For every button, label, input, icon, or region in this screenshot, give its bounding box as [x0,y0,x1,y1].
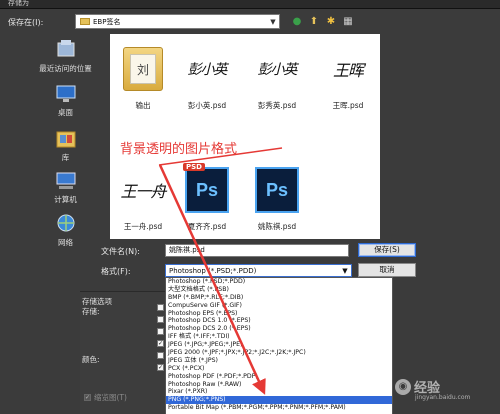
paw-logo-icon: ◉ [395,378,411,395]
title-bar: 存储为 [0,0,500,9]
place-computer[interactable]: 计算机 [28,171,103,205]
format-option[interactable]: CompuServe GIF (*.GIF) [166,302,392,310]
nav-toolbar: ● ⬆ ✱ ▦ [290,14,355,28]
file-item[interactable]: 王一舟 王一舟.psd [112,161,174,232]
color-checkbox[interactable]: ✓ [157,364,164,371]
storage-checkbox[interactable] [157,304,164,311]
place-label: 网络 [58,238,73,247]
format-label: 格式(F): [101,267,131,276]
network-icon [57,214,74,232]
format-option[interactable]: Photoshop (*.PSD;*.PDD) [166,278,392,286]
color-checkbox[interactable] [157,352,164,359]
save-in-label: 保存在(I): [8,18,44,27]
file-item[interactable]: 彭小英 彭小英.psd [176,40,238,111]
place-libraries[interactable]: 库 [28,129,103,163]
format-select[interactable]: Photoshop (*.PSD;*.PDD) ▼ [165,264,352,277]
signature-thumbnail: 彭小英 [187,62,228,78]
annotation-text: 背景透明的图片格式 [120,142,238,157]
file-item[interactable]: PSD Ps 夏齐齐.psd [176,161,238,232]
chevron-down-icon[interactable]: ▼ [267,15,279,28]
format-option[interactable]: JPEG (*.JPG;*.JPEG;*.JPE) [166,341,392,349]
save-in-combo[interactable]: EBP签名 ▼ [75,14,280,29]
save-as-dialog: 保存在(I): EBP签名 ▼ ● ⬆ ✱ ▦ 最近访问的位置 桌面 库 计算机… [0,9,500,414]
file-name: 王一舟.psd [123,222,163,231]
format-option[interactable]: Portable Bit Map (*.PBM;*.PGM;*.PPM;*.PN… [166,404,392,412]
photoshop-file-icon: Ps [250,161,305,219]
format-option[interactable]: PNG (*.PNG;*.PNS) [166,396,392,405]
place-label: 桌面 [58,108,73,117]
format-option[interactable]: Photoshop PDF (*.PDF;*.PDP) [166,373,392,381]
format-option[interactable]: Photoshop DCS 1.0 (*.EPS) [166,317,392,325]
file-item[interactable]: 彭小英 彭秀英.psd [246,40,308,111]
desktop-icon [56,85,75,102]
file-name: 输出 [135,101,151,110]
file-list[interactable]: 刘 输出 彭小英 彭小英.psd 彭小英 彭秀英.psd 王晖 王晖.psd 王… [110,34,380,239]
computer-icon [56,172,75,189]
format-value: Photoshop (*.PSD;*.PDD) [169,266,257,275]
thumbnail-option[interactable]: ✓ 缩览图(T) [84,392,127,403]
file-item[interactable]: Ps 姚陈祺.psd [246,161,308,232]
baidu-watermark: ◉ 经验 jingyan.baidu.com [395,377,470,401]
format-dropdown-list[interactable]: Photoshop (*.PSD;*.PDD) 大型文档格式 (*.PSB) BMP… [165,277,393,414]
format-option[interactable]: Pixar (*.PXR) [166,388,392,396]
format-option[interactable]: Photoshop Raw (*.RAW) [166,381,392,389]
folder-icon [80,18,90,25]
format-option[interactable]: JPEG 立体 (*.JPS) [166,357,392,365]
up-folder-icon[interactable]: ⬆ [307,14,321,28]
photoshop-file-icon: PSD Ps [180,161,235,219]
chevron-down-icon[interactable]: ▼ [339,267,351,275]
format-option[interactable]: IFF 格式 (*.IFF;*.TDI) [166,333,392,341]
place-network[interactable]: 网络 [28,214,103,248]
new-folder-icon[interactable]: ✱ [324,14,338,28]
format-option[interactable]: BMP (*.BMP;*.RLE;*.DIB) [166,294,392,302]
place-desktop[interactable]: 桌面 [28,84,103,118]
folder-thumbnail: 刘 [116,40,171,98]
cancel-button[interactable]: 取消 [358,263,416,277]
save-button[interactable]: 保存(S) [358,243,416,257]
window-title: 存储为 [8,0,29,7]
format-option[interactable]: 大型文档格式 (*.PSB) [166,286,392,294]
place-label: 计算机 [54,195,77,204]
place-label: 库 [61,153,70,162]
file-name: 彭秀英.psd [257,101,297,110]
file-item-folder[interactable]: 刘 输出 [112,40,174,111]
color-label: 颜色: [82,355,100,364]
file-name: 夏齐齐.psd [187,222,227,231]
file-item[interactable]: 王晖 王晖.psd [317,40,379,111]
filename-label: 文件名(N): [101,247,140,256]
file-name: 姚陈祺.psd [257,222,297,231]
places-bar: 最近访问的位置 桌面 库 计算机 网络 [0,34,110,274]
signature-thumbnail: 彭小英 [257,62,298,78]
place-recent[interactable]: 最近访问的位置 [28,40,103,74]
format-option[interactable]: PCX (*.PCX) [166,365,392,373]
back-icon[interactable]: ● [290,14,304,28]
thumbnail-label: 缩览图(T) [94,393,127,402]
format-option[interactable]: Photoshop EPS (*.EPS) [166,310,392,318]
storage-checkbox[interactable] [157,328,164,335]
storage-checkbox[interactable] [157,316,164,323]
file-name: 彭小英.psd [187,101,227,110]
thumbnail-checkbox[interactable]: ✓ [84,394,91,401]
save-in-value: EBP签名 [93,17,121,26]
file-name: 王晖.psd [332,101,364,110]
place-label: 最近访问的位置 [39,64,92,73]
filename-input[interactable]: 姚陈祺.psd [165,244,349,257]
signature-thumbnail: 王晖 [332,61,364,80]
recent-places-icon [57,40,74,57]
libraries-icon [56,131,75,148]
storage-label: 存储: [82,307,100,316]
format-option[interactable]: JPEG 2000 (*.JPF;*.JPX;*.JP2;*.J2C;*.J2K… [166,349,392,357]
signature-thumbnail: 王一舟 [120,182,166,201]
storage-checkbox[interactable]: ✓ [157,340,164,347]
view-menu-icon[interactable]: ▦ [341,14,355,28]
